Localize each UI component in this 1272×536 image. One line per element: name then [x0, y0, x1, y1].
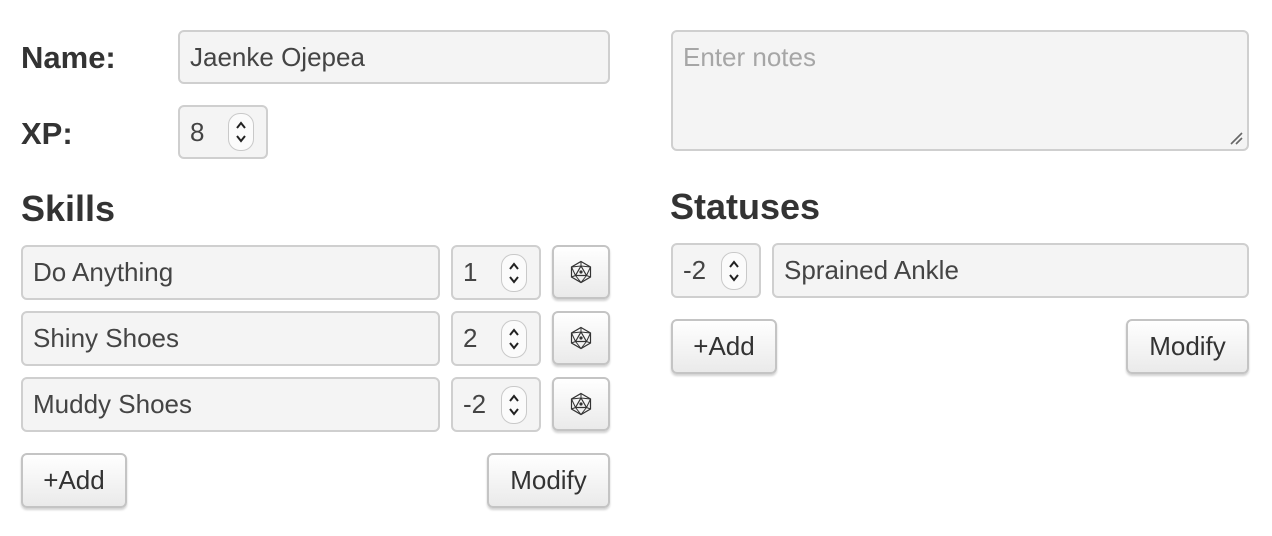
- d20-dice-icon: [570, 392, 592, 416]
- skill-value-stepper[interactable]: 1: [451, 245, 541, 300]
- add-status-button[interactable]: +Add: [671, 319, 777, 374]
- d20-dice-icon: [570, 326, 592, 350]
- spin-buttons-icon[interactable]: [501, 319, 527, 358]
- skill-value-stepper[interactable]: -2: [451, 377, 541, 432]
- skill-name-value: Shiny Shoes: [33, 323, 179, 353]
- add-skill-button[interactable]: +Add: [21, 453, 127, 508]
- skills-heading: Skills: [21, 188, 116, 229]
- roll-skill-button[interactable]: [552, 311, 610, 365]
- skill-name-value: Do Anything: [33, 257, 174, 287]
- status-name-value: Sprained Ankle: [784, 255, 959, 285]
- notes-textarea[interactable]: Enter notes: [671, 30, 1249, 151]
- roll-skill-button[interactable]: [552, 245, 610, 299]
- modify-statuses-label: Modify: [1149, 331, 1226, 361]
- modify-skills-button[interactable]: Modify: [487, 453, 610, 508]
- spin-buttons-icon[interactable]: [228, 113, 254, 151]
- spin-buttons-icon[interactable]: [501, 253, 527, 292]
- skill-value: 1: [463, 257, 478, 287]
- name-input-value: Jaenke Ojepea: [190, 41, 365, 72]
- modify-statuses-button[interactable]: Modify: [1126, 319, 1249, 374]
- resize-grip-icon[interactable]: [1229, 131, 1243, 145]
- xp-value: 8: [190, 116, 205, 147]
- d20-dice-icon: [570, 260, 592, 284]
- skill-name-input[interactable]: Do Anything: [21, 245, 440, 300]
- spin-buttons-icon[interactable]: [721, 251, 747, 290]
- notes-placeholder: Enter notes: [683, 42, 816, 72]
- xp-label: XP:: [21, 116, 73, 151]
- skill-value: -2: [463, 389, 487, 419]
- roll-skill-button[interactable]: [552, 377, 610, 431]
- spin-buttons-icon[interactable]: [501, 385, 527, 424]
- add-skill-label: +Add: [43, 465, 105, 495]
- add-status-label: +Add: [693, 331, 755, 361]
- status-value: -2: [683, 255, 707, 285]
- skill-value-stepper[interactable]: 2: [451, 311, 541, 366]
- skill-name-input[interactable]: Shiny Shoes: [21, 311, 440, 366]
- name-input[interactable]: Jaenke Ojepea: [178, 30, 610, 84]
- skill-name-value: Muddy Shoes: [33, 389, 192, 419]
- modify-skills-label: Modify: [510, 465, 587, 495]
- name-label: Name:: [21, 40, 116, 75]
- xp-stepper[interactable]: 8: [178, 105, 268, 159]
- skill-name-input[interactable]: Muddy Shoes: [21, 377, 440, 432]
- skill-value: 2: [463, 323, 478, 353]
- statuses-heading: Statuses: [670, 186, 821, 227]
- status-value-stepper[interactable]: -2: [671, 243, 761, 298]
- status-name-input[interactable]: Sprained Ankle: [772, 243, 1249, 298]
